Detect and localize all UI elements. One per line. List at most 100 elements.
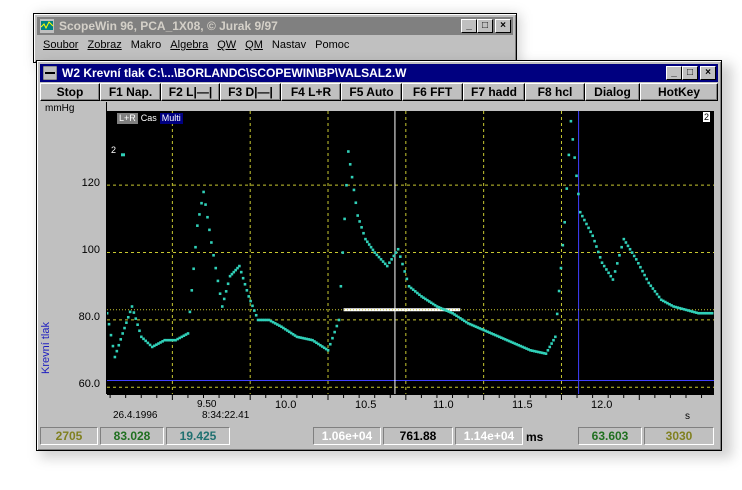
legend-cas[interactable]: Cas — [141, 113, 157, 124]
scope-titlebar[interactable]: W2 Krevní tlak C:\...\BORLANDC\SCOPEWIN\… — [40, 64, 718, 82]
trace-point — [649, 284, 653, 288]
f8-button[interactable]: F8 hcl — [525, 83, 585, 101]
trace-point — [630, 251, 634, 254]
trace-point — [555, 312, 559, 316]
minimize-icon[interactable]: _ — [666, 66, 682, 80]
trace-point — [134, 317, 138, 320]
trace-point — [245, 289, 249, 292]
trace-point — [333, 330, 336, 334]
menu-makro[interactable]: Makro — [131, 39, 162, 51]
menu-algebra[interactable]: Algebra — [170, 39, 208, 51]
status-right1: 63.603 — [578, 427, 642, 445]
trace-point — [196, 224, 199, 227]
legend: L+R Cas Multi — [117, 113, 183, 124]
hotkey-button[interactable]: HotKey — [640, 83, 718, 101]
dialog-button[interactable]: Dialog — [585, 83, 640, 101]
trace-point — [202, 190, 205, 194]
maximize-icon[interactable]: □ — [477, 19, 493, 33]
trace-point — [206, 215, 209, 219]
trace-point — [585, 222, 588, 226]
trace-point — [589, 230, 592, 234]
trace-point — [593, 239, 596, 243]
scopewin-app-icon[interactable] — [40, 19, 54, 33]
plot-area[interactable]: L+R Cas Multi 2 2 — [107, 111, 714, 394]
status-left2: 83.028 — [100, 427, 164, 445]
trace-point — [208, 228, 211, 232]
trace-point — [602, 264, 606, 268]
f2-button[interactable]: F2 L|—| — [161, 83, 220, 101]
trace-point — [186, 332, 190, 335]
main-menubar: Soubor Zobraz Makro Algebra QW QM Nastav… — [37, 36, 513, 54]
trace-point — [618, 253, 621, 257]
trace-point — [198, 213, 201, 216]
trace-point — [546, 349, 550, 352]
f1-button[interactable]: F1 Nap. — [100, 83, 161, 101]
trace-point — [326, 349, 330, 352]
trace-point — [123, 326, 126, 330]
menu-soubor[interactable]: Soubor — [43, 39, 78, 51]
menu-qm[interactable]: QM — [245, 39, 263, 51]
trace-point — [371, 248, 375, 252]
trace-point — [241, 276, 245, 280]
trace-point — [367, 243, 371, 246]
trace-point — [379, 258, 383, 261]
x-unit-label: s — [685, 411, 690, 422]
menu-qw[interactable]: QW — [217, 39, 236, 51]
trace-point — [600, 261, 604, 265]
trace-point — [212, 253, 215, 257]
trace-point — [569, 119, 573, 123]
main-titlebar[interactable]: ScopeWin 96, PCA_1X08, © Jurak 9/97 _ □ … — [37, 17, 513, 35]
trace-point — [399, 255, 402, 258]
trace-point — [597, 250, 600, 254]
trace-point — [132, 311, 136, 314]
x-tick-110: 11.0 — [433, 399, 454, 411]
f5-button[interactable]: F5 Auto — [341, 83, 402, 101]
legend-multi[interactable]: Multi — [159, 113, 183, 124]
trace-point — [200, 201, 203, 205]
x-tick-120: 12.0 — [591, 399, 613, 411]
trace-point — [401, 262, 404, 266]
trace-point — [385, 264, 389, 268]
trace-point — [552, 338, 555, 342]
time-label: 8:34:22.41 — [202, 410, 250, 421]
x-tick-950: 9.50 — [197, 399, 217, 410]
trace-point — [383, 262, 387, 266]
menu-pomoc[interactable]: Pomoc — [315, 39, 349, 51]
trace-point — [218, 292, 222, 296]
trace-point — [348, 163, 352, 166]
trace-point — [710, 311, 714, 315]
trace-point — [107, 311, 109, 315]
f3-button[interactable]: F3 D|—| — [220, 83, 281, 101]
x-tick-115: 11.5 — [512, 399, 533, 411]
close-icon[interactable]: × — [495, 19, 511, 33]
trace-point — [226, 282, 230, 286]
f7-button[interactable]: F7 hadd — [463, 83, 525, 101]
legend-lr[interactable]: L+R — [117, 113, 138, 124]
trace-point — [345, 183, 348, 187]
trace-point — [130, 305, 134, 308]
trace-point — [111, 344, 115, 348]
minimize-icon[interactable]: _ — [461, 19, 477, 33]
trace-point — [634, 258, 638, 261]
f6-button[interactable]: F6 FFT — [402, 83, 463, 101]
main-window-title: ScopeWin 96, PCA_1X08, © Jurak 9/97 — [59, 19, 278, 33]
menu-zobraz[interactable]: Zobraz — [87, 39, 121, 51]
scope-toolbar: Stop F1 Nap. F2 L|—| F3 D|—| F4 L+R F5 A… — [40, 83, 718, 101]
trace-point — [243, 282, 247, 286]
trace-point — [559, 266, 563, 270]
y-axis-panel: mmHg 120 100 80.0 60.0 Krevní tlak — [40, 102, 107, 394]
stop-button[interactable]: Stop — [40, 83, 100, 101]
status-mid1: 1.06e+04 — [313, 427, 381, 445]
menu-nastav[interactable]: Nastav — [272, 39, 306, 51]
y-tick-60: 60.0 — [78, 378, 100, 390]
f4-button[interactable]: F4 L+R — [281, 83, 341, 101]
trace-point — [369, 245, 373, 249]
trace-point — [622, 237, 626, 241]
trace-point — [220, 305, 224, 308]
trace-point — [615, 262, 619, 265]
close-icon[interactable]: × — [700, 66, 716, 80]
scope-chart[interactable] — [107, 111, 714, 394]
maximize-icon[interactable]: □ — [682, 66, 698, 80]
trace-point — [362, 231, 365, 235]
window-menu-icon[interactable] — [43, 66, 57, 80]
